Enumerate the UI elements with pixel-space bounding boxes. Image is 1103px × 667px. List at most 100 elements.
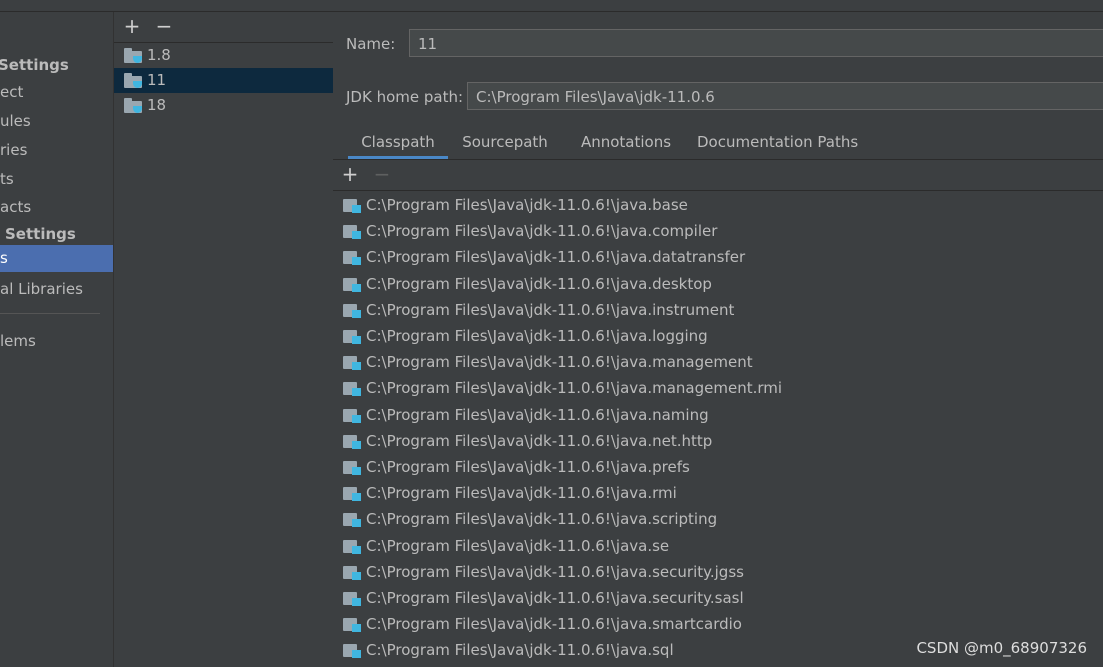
jar-module-icon	[343, 408, 361, 423]
classpath-row[interactable]: C:\Program Files\Java\jdk-11.0.6!\java.d…	[333, 244, 1103, 270]
sidebar-item-label: ts	[0, 170, 14, 188]
jdk-folder-icon	[124, 98, 142, 113]
sidebar-header-label: Settings	[5, 225, 76, 243]
tab-classpath[interactable]: Classpath	[348, 127, 448, 159]
classpath-row[interactable]: C:\Program Files\Java\jdk-11.0.6!\java.i…	[333, 297, 1103, 323]
sidebar-item-label: ules	[0, 112, 31, 130]
classpath-entry-path: C:\Program Files\Java\jdk-11.0.6!\java.d…	[366, 274, 712, 293]
sidebar-item-label: acts	[0, 198, 32, 216]
sdk-item-label: 1.8	[147, 46, 171, 64]
tab-documentation-paths[interactable]: Documentation Paths	[697, 127, 858, 159]
sdk-tabs: Classpath Sourcepath Annotations Documen…	[333, 127, 1103, 160]
jdk-folder-icon	[124, 73, 142, 88]
sidebar-item-problems[interactable]: lems	[0, 328, 113, 354]
classpath-entry-path: C:\Program Files\Java\jdk-11.0.6!\java.s…	[366, 641, 674, 660]
sidebar-item-sdks[interactable]: s	[0, 245, 113, 272]
classpath-row[interactable]: C:\Program Files\Java\jdk-11.0.6!\java.s…	[333, 559, 1103, 585]
jar-module-icon	[343, 250, 361, 266]
jdk-home-path-label: JDK home path:	[346, 88, 464, 106]
jar-module-icon	[343, 643, 361, 659]
sdk-item-18[interactable]: 18	[114, 93, 333, 118]
jar-module-icon	[343, 434, 361, 449]
sdk-item-11[interactable]: 11	[114, 68, 333, 93]
classpath-entry-path: C:\Program Files\Java\jdk-11.0.6!\java.s…	[366, 510, 718, 529]
sdk-item-1-8[interactable]: 1.8	[114, 43, 333, 68]
sidebar-header-platform-settings: Settings	[0, 221, 113, 247]
sdk-item-label: 11	[147, 71, 167, 89]
sidebar-header-project-settings: Settings	[0, 52, 113, 78]
sidebar-header-label: Settings	[0, 56, 69, 74]
classpath-row[interactable]: C:\Program Files\Java\jdk-11.0.6!\java.m…	[333, 349, 1103, 375]
jar-module-icon	[343, 512, 361, 528]
classpath-entry-path: C:\Program Files\Java\jdk-11.0.6!\java.r…	[366, 484, 677, 503]
classpath-list: C:\Program Files\Java\jdk-11.0.6!\java.b…	[333, 191, 1103, 667]
sidebar-item-project[interactable]: ect	[0, 79, 113, 105]
classpath-entry-path: C:\Program Files\Java\jdk-11.0.6!\java.d…	[366, 248, 746, 267]
jar-module-icon	[343, 198, 361, 213]
jar-module-icon	[343, 591, 361, 606]
sdk-toolbar: + −	[114, 12, 333, 43]
tab-annotations[interactable]: Annotations	[576, 127, 676, 159]
sdk-item-label: 18	[147, 96, 167, 114]
jar-module-icon	[343, 565, 361, 580]
classpath-row[interactable]: C:\Program Files\Java\jdk-11.0.6!\java.r…	[333, 480, 1103, 506]
sidebar-item-label: ries	[0, 141, 28, 159]
sidebar-item-label: s	[0, 249, 8, 267]
jar-module-icon	[343, 381, 361, 397]
classpath-entry-path: C:\Program Files\Java\jdk-11.0.6!\java.s…	[366, 562, 744, 581]
classpath-row[interactable]: C:\Program Files\Java\jdk-11.0.6!\java.s…	[333, 585, 1103, 611]
classpath-row[interactable]: C:\Program Files\Java\jdk-11.0.6!\java.s…	[333, 506, 1103, 532]
remove-sdk-button[interactable]: −	[154, 16, 174, 36]
jar-module-icon	[343, 617, 361, 633]
jar-module-icon	[343, 486, 361, 502]
name-label: Name:	[346, 35, 396, 53]
classpath-row[interactable]: C:\Program Files\Java\jdk-11.0.6!\java.n…	[333, 402, 1103, 428]
classpath-entry-path: C:\Program Files\Java\jdk-11.0.6!\java.s…	[366, 615, 742, 634]
sidebar-item-global-libraries[interactable]: al Libraries	[0, 276, 113, 302]
classpath-toolbar: + −	[333, 159, 1103, 191]
sidebar-item-modules[interactable]: ules	[0, 108, 113, 134]
watermark: CSDN @m0_68907326	[916, 639, 1087, 657]
window-top-bar	[0, 0, 1103, 12]
classpath-entry-path: C:\Program Files\Java\jdk-11.0.6!\java.m…	[366, 379, 783, 398]
sidebar-item-label: al Libraries	[0, 280, 83, 298]
classpath-row[interactable]: C:\Program Files\Java\jdk-11.0.6!\java.p…	[333, 454, 1103, 480]
remove-classpath-button[interactable]: −	[372, 164, 392, 184]
jar-module-icon	[343, 355, 361, 371]
sdk-detail-panel: Name: 11 JDK home path: C:\Program Files…	[333, 12, 1103, 667]
settings-sidebar: Settings ect ules ries ts acts Settings …	[0, 12, 113, 667]
classpath-entry-path: C:\Program Files\Java\jdk-11.0.6!\java.s…	[366, 589, 744, 607]
classpath-row[interactable]: C:\Program Files\Java\jdk-11.0.6!\java.m…	[333, 375, 1103, 401]
jar-module-icon	[343, 224, 361, 240]
jdk-folder-icon	[124, 48, 142, 63]
sdk-name-field[interactable]: 11	[409, 29, 1103, 57]
classpath-entry-path: C:\Program Files\Java\jdk-11.0.6!\java.l…	[366, 327, 708, 345]
sidebar-item-artifacts[interactable]: acts	[0, 194, 113, 220]
classpath-row[interactable]: C:\Program Files\Java\jdk-11.0.6!\java.c…	[333, 218, 1103, 244]
classpath-entry-path: C:\Program Files\Java\jdk-11.0.6!\java.s…	[366, 536, 670, 555]
sidebar-item-libraries[interactable]: ries	[0, 137, 113, 163]
classpath-row[interactable]: C:\Program Files\Java\jdk-11.0.6!\java.l…	[333, 323, 1103, 349]
jar-module-icon	[343, 303, 361, 318]
classpath-row[interactable]: C:\Program Files\Java\jdk-11.0.6!\java.b…	[333, 192, 1103, 218]
sidebar-separator	[0, 313, 100, 314]
classpath-entry-path: C:\Program Files\Java\jdk-11.0.6!\java.c…	[366, 222, 718, 241]
add-classpath-button[interactable]: +	[340, 164, 360, 184]
sidebar-item-label: lems	[0, 332, 36, 350]
add-sdk-button[interactable]: +	[122, 16, 142, 36]
sdk-list-panel: + − 1.8 11 18	[113, 12, 334, 667]
jdk-home-path-field[interactable]: C:\Program Files\Java\jdk-11.0.6	[467, 82, 1103, 110]
classpath-row[interactable]: C:\Program Files\Java\jdk-11.0.6!\java.s…	[333, 533, 1103, 559]
classpath-entry-path: C:\Program Files\Java\jdk-11.0.6!\java.i…	[366, 300, 735, 319]
jar-module-icon	[343, 329, 361, 344]
jar-module-icon	[343, 277, 361, 292]
jar-module-icon	[343, 539, 361, 554]
classpath-row[interactable]: C:\Program Files\Java\jdk-11.0.6!\java.s…	[333, 611, 1103, 637]
classpath-row[interactable]: C:\Program Files\Java\jdk-11.0.6!\java.n…	[333, 428, 1103, 454]
tab-sourcepath[interactable]: Sourcepath	[460, 127, 550, 159]
sidebar-item-facets[interactable]: ts	[0, 166, 113, 192]
jar-module-icon	[343, 460, 361, 475]
sidebar-item-label: ect	[0, 83, 24, 101]
classpath-entry-path: C:\Program Files\Java\jdk-11.0.6!\java.p…	[366, 458, 690, 476]
classpath-row[interactable]: C:\Program Files\Java\jdk-11.0.6!\java.d…	[333, 271, 1103, 297]
